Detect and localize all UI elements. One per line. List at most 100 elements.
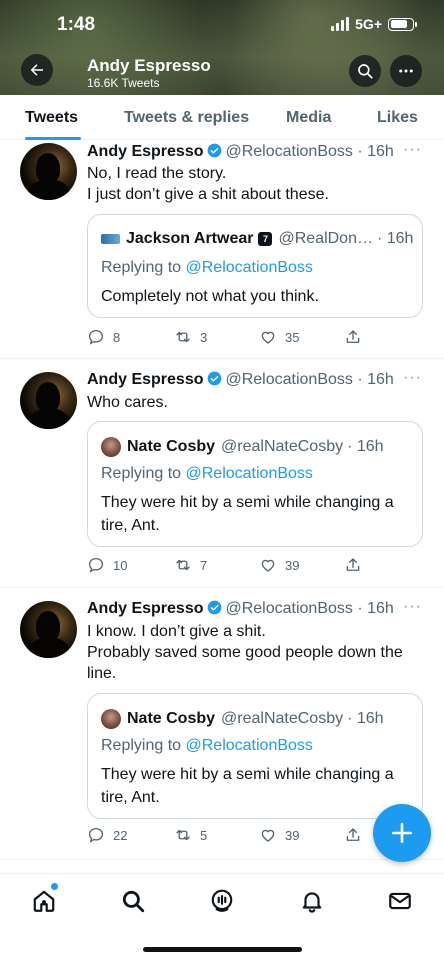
- retweet-count: 7: [200, 557, 208, 573]
- like-count: 39: [285, 557, 300, 573]
- status-time: 1:48: [57, 14, 96, 35]
- nav-notifications[interactable]: [299, 888, 325, 914]
- quote-avatar: [101, 437, 121, 457]
- search-icon: [122, 890, 145, 913]
- reply-count: 8: [113, 329, 121, 345]
- quote-replying-to: Replying to @RelocationBoss: [101, 259, 313, 277]
- like-button[interactable]: 39: [259, 826, 299, 844]
- like-count: 35: [285, 329, 300, 345]
- avatar[interactable]: [20, 372, 77, 429]
- quote-time: · 16h: [347, 710, 384, 727]
- quoted-tweet[interactable]: Nate Cosby @realNateCosby · 16h Replying t…: [87, 693, 423, 819]
- retweet-button[interactable]: 7: [174, 556, 207, 574]
- author-handle[interactable]: @RelocationBoss: [225, 371, 352, 388]
- quote-replying-to: Replying to @RelocationBoss: [101, 737, 313, 755]
- reply-button[interactable]: 22: [87, 826, 127, 844]
- heart-icon: [261, 829, 275, 842]
- more-button[interactable]: [390, 55, 422, 87]
- tweet-header: Andy Espresso @RelocationBoss · 16h: [87, 143, 394, 161]
- nav-home[interactable]: [31, 888, 57, 914]
- reply-count: 10: [113, 557, 128, 573]
- heart-icon: [261, 331, 275, 344]
- search-button[interactable]: [349, 55, 381, 87]
- home-icon: [33, 890, 55, 912]
- share-button[interactable]: [344, 556, 362, 574]
- retweet-icon: [176, 829, 190, 841]
- avatar[interactable]: [20, 143, 77, 200]
- tweet[interactable]: Andy Espresso @RelocationBoss · 16h ··· N…: [0, 140, 444, 359]
- tweet-header: Andy Espresso @RelocationBoss · 16h: [87, 600, 394, 618]
- nav-search[interactable]: [120, 888, 146, 914]
- like-count: 39: [285, 827, 300, 843]
- quote-time: · 16h: [347, 438, 384, 455]
- bell-icon: [302, 892, 322, 913]
- share-button[interactable]: [344, 328, 362, 346]
- avatar[interactable]: [20, 601, 77, 658]
- tweet-text: No, I read the story. I just don’t give …: [87, 165, 329, 203]
- tweet-count: 16.6K Tweets: [87, 76, 160, 90]
- replying-to-link[interactable]: @RelocationBoss: [186, 737, 313, 754]
- quote-author-handle: @RealDon…: [278, 230, 373, 247]
- profile-name: Andy Espresso: [87, 56, 211, 75]
- search-icon: [358, 64, 373, 79]
- tweet-time: · 16h: [357, 371, 394, 388]
- retweet-button[interactable]: 5: [174, 826, 207, 844]
- quote-author-name: Nate Cosby: [127, 710, 216, 727]
- retweet-count: 3: [200, 329, 208, 345]
- replying-to-link[interactable]: @RelocationBoss: [186, 465, 313, 482]
- retweet-count: 5: [200, 827, 208, 843]
- tab-media[interactable]: Media: [286, 109, 331, 127]
- notification-dot: [51, 883, 58, 890]
- tweet-time: · 16h: [357, 143, 394, 160]
- nav-messages[interactable]: [387, 888, 413, 914]
- tweet[interactable]: Andy Espresso @RelocationBoss · 16h ··· W…: [0, 359, 444, 588]
- reply-button[interactable]: 8: [87, 328, 120, 346]
- nav-spaces[interactable]: [209, 888, 235, 914]
- share-button[interactable]: [344, 826, 362, 844]
- tweet-more-icon[interactable]: ···: [403, 141, 422, 159]
- compose-tweet-button[interactable]: [373, 804, 431, 862]
- author-name[interactable]: Andy Espresso: [87, 600, 203, 617]
- more-icon: [399, 69, 413, 73]
- author-handle[interactable]: @RelocationBoss: [225, 600, 352, 617]
- mail-icon: [389, 892, 411, 910]
- reply-icon: [88, 827, 104, 843]
- tab-tweets-replies[interactable]: Tweets & replies: [124, 109, 249, 127]
- back-button[interactable]: [21, 54, 53, 86]
- tweet-header: Andy Espresso @RelocationBoss · 16h: [87, 371, 394, 389]
- share-icon: [346, 828, 360, 841]
- plus-icon: [392, 823, 412, 843]
- tab-tweets[interactable]: Tweets: [25, 109, 78, 127]
- author-name[interactable]: Andy Espresso: [87, 143, 203, 160]
- author-name[interactable]: Andy Espresso: [87, 371, 203, 388]
- replying-to-link[interactable]: @RelocationBoss: [186, 259, 313, 276]
- tweet-actions: 10 7 39: [87, 556, 387, 576]
- quoted-tweet[interactable]: Nate Cosby @realNateCosby · 16h Replying t…: [87, 421, 423, 547]
- like-button[interactable]: 39: [259, 556, 299, 574]
- tweet-actions: 22 5 39: [87, 826, 387, 846]
- spaces-icon: [211, 889, 233, 912]
- bottom-navigation: [0, 873, 444, 960]
- quote-header: Nate Cosby @realNateCosby · 16h: [101, 437, 384, 457]
- replying-prefix: Replying to: [101, 465, 182, 482]
- tweet-more-icon[interactable]: ···: [403, 598, 422, 616]
- replying-prefix: Replying to: [101, 737, 182, 754]
- tab-likes[interactable]: Likes: [377, 109, 418, 127]
- quote-author-handle: @realNateCosby: [221, 710, 344, 727]
- retweet-button[interactable]: 3: [174, 328, 207, 346]
- author-handle[interactable]: @RelocationBoss: [225, 143, 352, 160]
- quote-author-handle: @realNateCosby: [221, 438, 344, 455]
- quoted-tweet[interactable]: Jackson Artwear 7 @RealDon… · 16h Replying …: [87, 214, 423, 318]
- reply-button[interactable]: 10: [87, 556, 127, 574]
- reply-icon: [88, 329, 104, 345]
- like-button[interactable]: 35: [259, 328, 299, 346]
- battery-icon: [388, 17, 417, 31]
- quote-time: · 16h: [376, 230, 414, 247]
- quote-replying-to: Replying to @RelocationBoss: [101, 465, 313, 483]
- tweet-more-icon[interactable]: ···: [403, 369, 422, 387]
- profile-header-banner: 1:48 5G+ Andy Espresso 16.6K Tweets: [0, 0, 444, 95]
- quote-author-name: Nate Cosby: [127, 438, 216, 455]
- quote-author-name: Jackson Artwear: [126, 230, 254, 247]
- reply-count: 22: [113, 827, 128, 843]
- arrow-left-icon: [30, 64, 43, 76]
